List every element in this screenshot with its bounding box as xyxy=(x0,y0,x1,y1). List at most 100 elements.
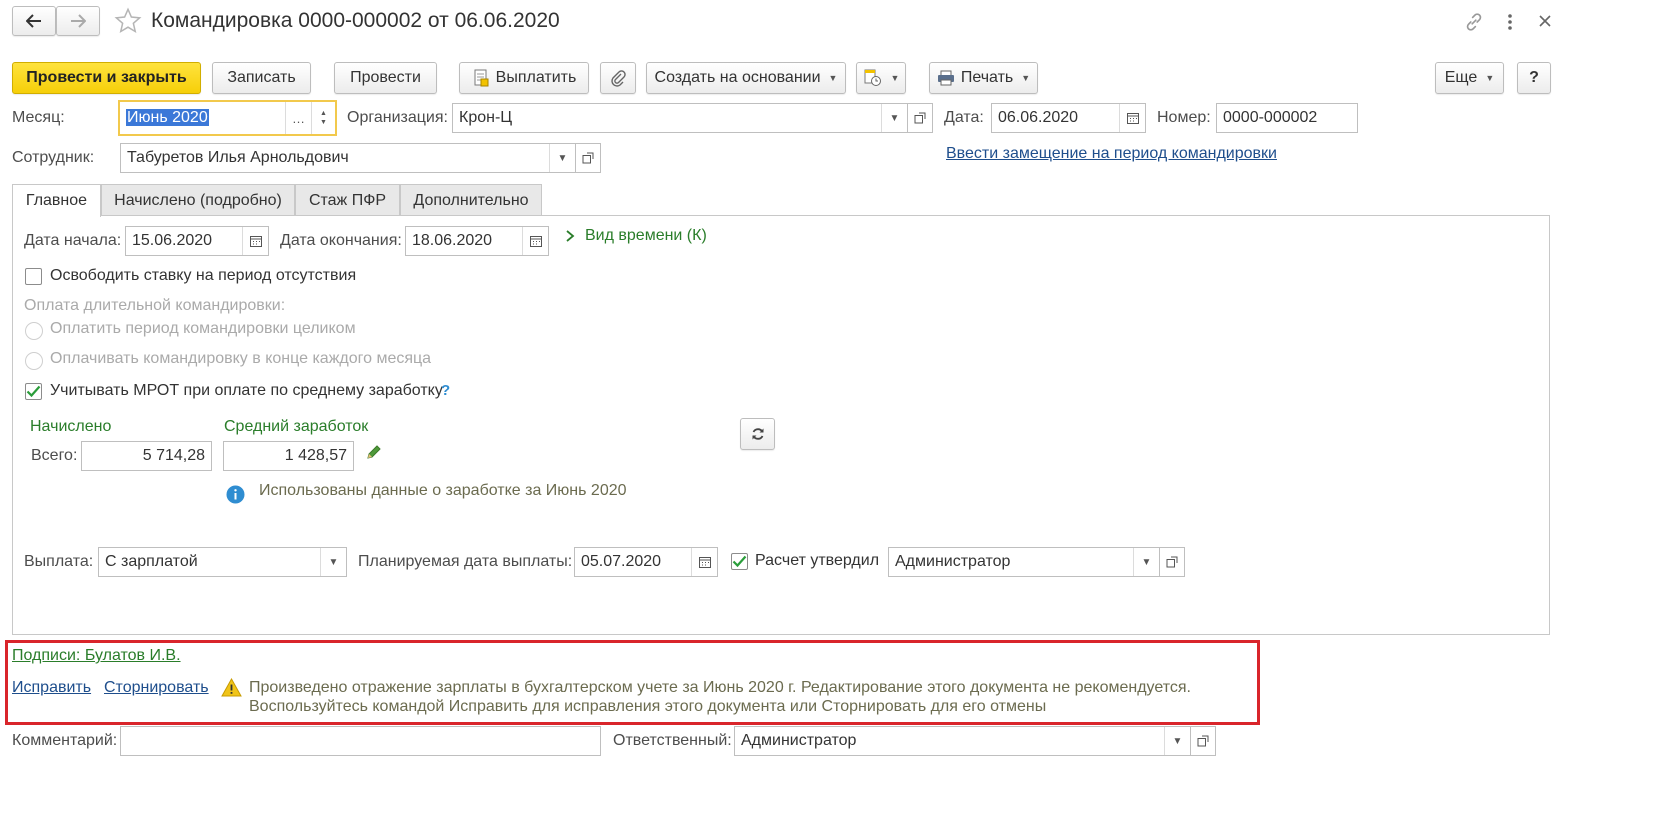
organization-open-button[interactable] xyxy=(907,103,933,133)
help-question-icon[interactable]: ? xyxy=(441,382,450,399)
number-label: Номер: xyxy=(1157,109,1211,126)
comment-field[interactable] xyxy=(120,726,601,756)
payout-select[interactable]: С зарплатой ▼ xyxy=(98,547,347,577)
average-earnings-field[interactable]: 1 428,57 xyxy=(223,441,354,471)
stepper-down-icon[interactable]: ▼ xyxy=(320,118,327,127)
chevron-down-icon[interactable]: ▼ xyxy=(881,104,907,132)
related-documents-button[interactable]: ▼ xyxy=(856,62,906,94)
chevron-down-icon[interactable]: ▼ xyxy=(549,144,575,172)
help-label: ? xyxy=(1529,69,1539,86)
chevron-right-icon[interactable] xyxy=(565,229,575,248)
accrued-total-value: 5 714,28 xyxy=(142,447,205,464)
pay-monthly-label: Оплачивать командировку в конце каждого … xyxy=(50,350,432,367)
chevron-down-icon[interactable]: ▼ xyxy=(1164,727,1190,755)
approved-label: Расчет утвердил xyxy=(755,552,880,569)
average-earnings-link[interactable]: Средний заработок xyxy=(224,418,368,436)
printer-icon xyxy=(937,70,954,86)
mrot-checkbox[interactable] xyxy=(25,383,42,400)
start-date-field[interactable]: 15.06.2020 xyxy=(125,226,269,256)
month-field[interactable]: Июнь 2020 … ▲ ▼ xyxy=(118,100,337,136)
pay-monthly-radio[interactable] xyxy=(25,352,43,370)
pay-button[interactable]: Выплатить xyxy=(459,62,589,94)
calendar-icon[interactable] xyxy=(691,548,717,576)
planned-date-field[interactable]: 05.07.2020 xyxy=(574,547,718,577)
open-form-icon xyxy=(1197,735,1209,747)
arrow-right-icon xyxy=(71,14,86,28)
info-icon xyxy=(226,485,245,509)
chevron-down-icon[interactable]: ▼ xyxy=(1133,548,1159,576)
more-button[interactable]: Еще ▼ xyxy=(1435,62,1504,94)
checkmark-icon xyxy=(26,385,41,398)
create-based-on-label: Создать на основании xyxy=(654,69,821,86)
close-icon[interactable] xyxy=(1537,13,1553,34)
substitution-link[interactable]: Ввести замещение на период командировки xyxy=(946,145,1277,163)
total-label: Всего: xyxy=(31,447,78,464)
approved-checkbox[interactable] xyxy=(731,553,748,570)
create-based-on-button[interactable]: Создать на основании ▼ xyxy=(646,62,846,94)
tab-additional[interactable]: Дополнительно xyxy=(400,184,542,216)
pay-label: Выплатить xyxy=(495,69,577,86)
calendar-icon[interactable] xyxy=(522,227,548,255)
storno-link[interactable]: Сторнировать xyxy=(104,679,209,697)
pencil-edit-icon[interactable] xyxy=(366,444,382,465)
payout-value: С зарплатой xyxy=(105,553,198,570)
stepper-up-icon[interactable]: ▲ xyxy=(320,109,327,118)
accrued-link[interactable]: Начислено xyxy=(30,418,111,436)
back-button[interactable] xyxy=(12,6,56,36)
approved-by-field[interactable]: Администратор ▼ xyxy=(888,547,1160,577)
tab-pfr-experience[interactable]: Стаж ПФР xyxy=(295,184,400,216)
accrued-total-field[interactable]: 5 714,28 xyxy=(81,441,212,471)
payout-label: Выплата: xyxy=(24,553,94,570)
more-label: Еще xyxy=(1444,69,1478,86)
responsible-field[interactable]: Администратор ▼ xyxy=(734,726,1191,756)
planned-date-value: 05.07.2020 xyxy=(581,553,662,570)
post-label: Провести xyxy=(350,69,421,86)
save-button[interactable]: Записать xyxy=(212,62,311,94)
signatures-link[interactable]: Подписи: Булатов И.В. xyxy=(12,647,181,665)
tab-accrued-details[interactable]: Начислено (подробно) xyxy=(101,184,295,216)
time-type-toggle[interactable]: Вид времени (К) xyxy=(585,227,707,245)
help-button[interactable]: ? xyxy=(1517,62,1551,94)
organization-field[interactable]: Крон-Ц ▼ xyxy=(452,103,908,133)
fix-link[interactable]: Исправить xyxy=(12,679,91,697)
chevron-down-icon: ▼ xyxy=(828,73,838,83)
menu-dots-icon[interactable] xyxy=(1506,12,1514,32)
print-button[interactable]: Печать ▼ xyxy=(929,62,1038,94)
tab-pfr-experience-label: Стаж ПФР xyxy=(308,191,387,209)
end-date-value: 18.06.2020 xyxy=(412,232,493,249)
organization-label: Организация: xyxy=(347,109,448,126)
employee-label: Сотрудник: xyxy=(12,149,95,166)
month-label: Месяц: xyxy=(12,109,65,126)
attach-button[interactable] xyxy=(600,62,636,94)
calendar-icon[interactable] xyxy=(1119,104,1145,132)
planned-date-label: Планируемая дата выплаты: xyxy=(358,553,573,570)
forward-button[interactable] xyxy=(56,6,100,36)
warning-text-line2: Воспользуйтесь командой Исправить для ис… xyxy=(249,698,1047,715)
open-form-icon xyxy=(1166,556,1178,568)
responsible-open-button[interactable] xyxy=(1190,726,1216,756)
select-ellipsis-button[interactable]: … xyxy=(285,102,311,134)
print-label: Печать xyxy=(960,69,1014,86)
calendar-icon[interactable] xyxy=(242,227,268,255)
post-and-close-button[interactable]: Провести и закрыть xyxy=(12,62,201,94)
tab-main[interactable]: Главное xyxy=(12,184,101,217)
long-trip-label: Оплата длительной командировки: xyxy=(24,297,286,314)
end-date-field[interactable]: 18.06.2020 xyxy=(405,226,549,256)
employee-field[interactable]: Табуретов Илья Арнольдович ▼ xyxy=(120,143,576,173)
chevron-down-icon[interactable]: ▼ xyxy=(320,548,346,576)
document-structure-icon xyxy=(864,69,881,86)
free-rate-checkbox[interactable] xyxy=(25,268,42,285)
date-field[interactable]: 06.06.2020 xyxy=(991,103,1146,133)
approved-by-open-button[interactable] xyxy=(1159,547,1185,577)
favorite-star-icon[interactable] xyxy=(114,7,142,40)
link-icon[interactable] xyxy=(1463,11,1485,38)
refresh-button[interactable] xyxy=(740,418,775,450)
number-field[interactable]: 0000-000002 xyxy=(1216,103,1358,133)
start-date-value: 15.06.2020 xyxy=(132,232,213,249)
paperclip-icon xyxy=(611,70,626,87)
employee-open-button[interactable] xyxy=(575,143,601,173)
open-form-icon xyxy=(582,152,594,164)
month-stepper[interactable]: ▲ ▼ xyxy=(311,102,335,134)
post-button[interactable]: Провести xyxy=(334,62,437,94)
pay-whole-radio[interactable] xyxy=(25,322,43,340)
